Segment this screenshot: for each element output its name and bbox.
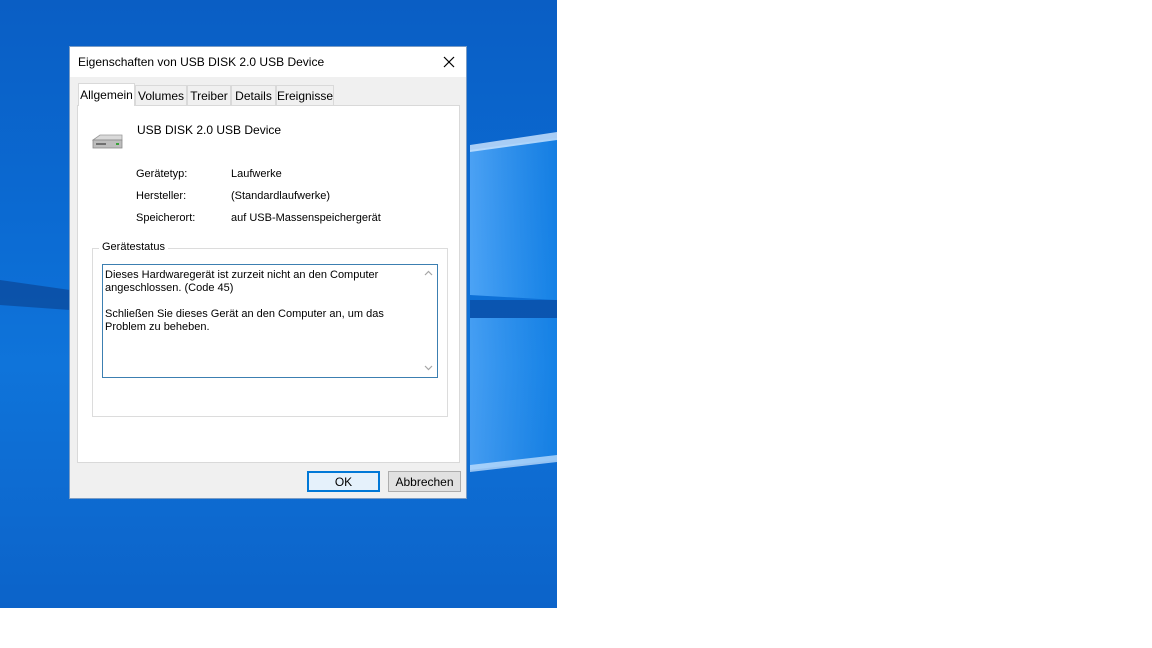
drive-icon [92, 134, 123, 149]
status-hint: Schließen Sie dieses Gerät an den Comput… [105, 308, 384, 333]
tab-panel-allgemein: USB DISK 2.0 USB Device Gerätetyp: Laufw… [77, 105, 460, 463]
device-status-legend: Gerätestatus [99, 241, 168, 253]
device-status-text: Dieses Hardwaregerät ist zurzeit nicht a… [105, 269, 419, 347]
vertical-scrollbar[interactable] [420, 265, 437, 377]
tab-volumes[interactable]: Volumes [135, 85, 187, 105]
device-name: USB DISK 2.0 USB Device [137, 123, 282, 137]
location-label: Speicherort: [136, 212, 196, 224]
device-type-label: Gerätetyp: [136, 168, 188, 180]
tab-ereignisse[interactable]: Ereignisse [276, 85, 334, 105]
tab-treiber[interactable]: Treiber [187, 85, 231, 105]
cancel-button[interactable]: Abbrechen [388, 471, 461, 492]
window-title: Eigenschaften von USB DISK 2.0 USB Devic… [78, 55, 325, 69]
location-value: auf USB-Massenspeichergerät [231, 212, 381, 224]
device-status-textbox[interactable]: Dieses Hardwaregerät ist zurzeit nicht a… [102, 264, 438, 378]
tab-allgemein[interactable]: Allgemein [78, 83, 135, 106]
properties-dialog: Eigenschaften von USB DISK 2.0 USB Devic… [69, 46, 467, 499]
close-icon [443, 56, 455, 68]
tab-details[interactable]: Details [231, 85, 276, 105]
device-status-group: Gerätestatus Dieses Hardwaregerät ist zu… [92, 241, 448, 417]
device-type-value: Laufwerke [231, 168, 282, 180]
ok-button[interactable]: OK [307, 471, 380, 492]
manufacturer-value: (Standardlaufwerke) [231, 190, 331, 202]
scroll-down-icon[interactable] [424, 363, 433, 372]
title-bar[interactable]: Eigenschaften von USB DISK 2.0 USB Devic… [70, 47, 466, 77]
status-message: Dieses Hardwaregerät ist zurzeit nicht a… [105, 269, 379, 294]
manufacturer-label: Hersteller: [136, 190, 187, 202]
close-button[interactable] [438, 52, 460, 72]
scroll-up-icon[interactable] [424, 269, 433, 278]
